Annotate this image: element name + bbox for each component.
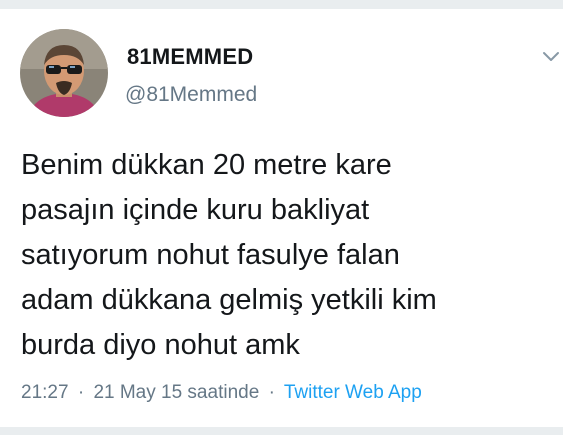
- bottom-divider: [0, 427, 563, 435]
- user-handle[interactable]: @81Memmed: [125, 83, 257, 107]
- tweet-text-line: Benim dükkan 20 metre kare: [21, 149, 392, 181]
- tweet-text-line: adam dükkana gelmiş yetkili kim: [21, 284, 437, 316]
- top-divider: [0, 0, 563, 9]
- tweet-text: Benim dükkan 20 metre kare pasajın içind…: [21, 143, 551, 368]
- display-name[interactable]: 81MEMMED: [127, 44, 253, 70]
- tweet-text-line: pasajın içinde kuru bakliyat: [21, 194, 370, 226]
- tweet-meta: 21:27 · 21 May 15 saatinde · Twitter Web…: [21, 382, 422, 404]
- avatar[interactable]: [20, 29, 108, 117]
- tweet-text-line: satıyorum nohut fasulye falan: [21, 239, 400, 271]
- tweet-card: 81MEMMED @81Memmed Benim dükkan 20 metre…: [0, 9, 563, 427]
- separator: ·: [268, 382, 275, 403]
- separator: ·: [77, 382, 85, 403]
- chevron-down-icon[interactable]: [540, 45, 562, 67]
- tweet-text-line: burda diyo nohut amk: [21, 329, 300, 361]
- tweet-time[interactable]: 21:27: [21, 382, 69, 403]
- profile-photo-icon: [20, 29, 108, 117]
- tweet-source-link[interactable]: Twitter Web App: [284, 382, 422, 403]
- tweet-date[interactable]: 21 May 15 saatinde: [93, 382, 259, 403]
